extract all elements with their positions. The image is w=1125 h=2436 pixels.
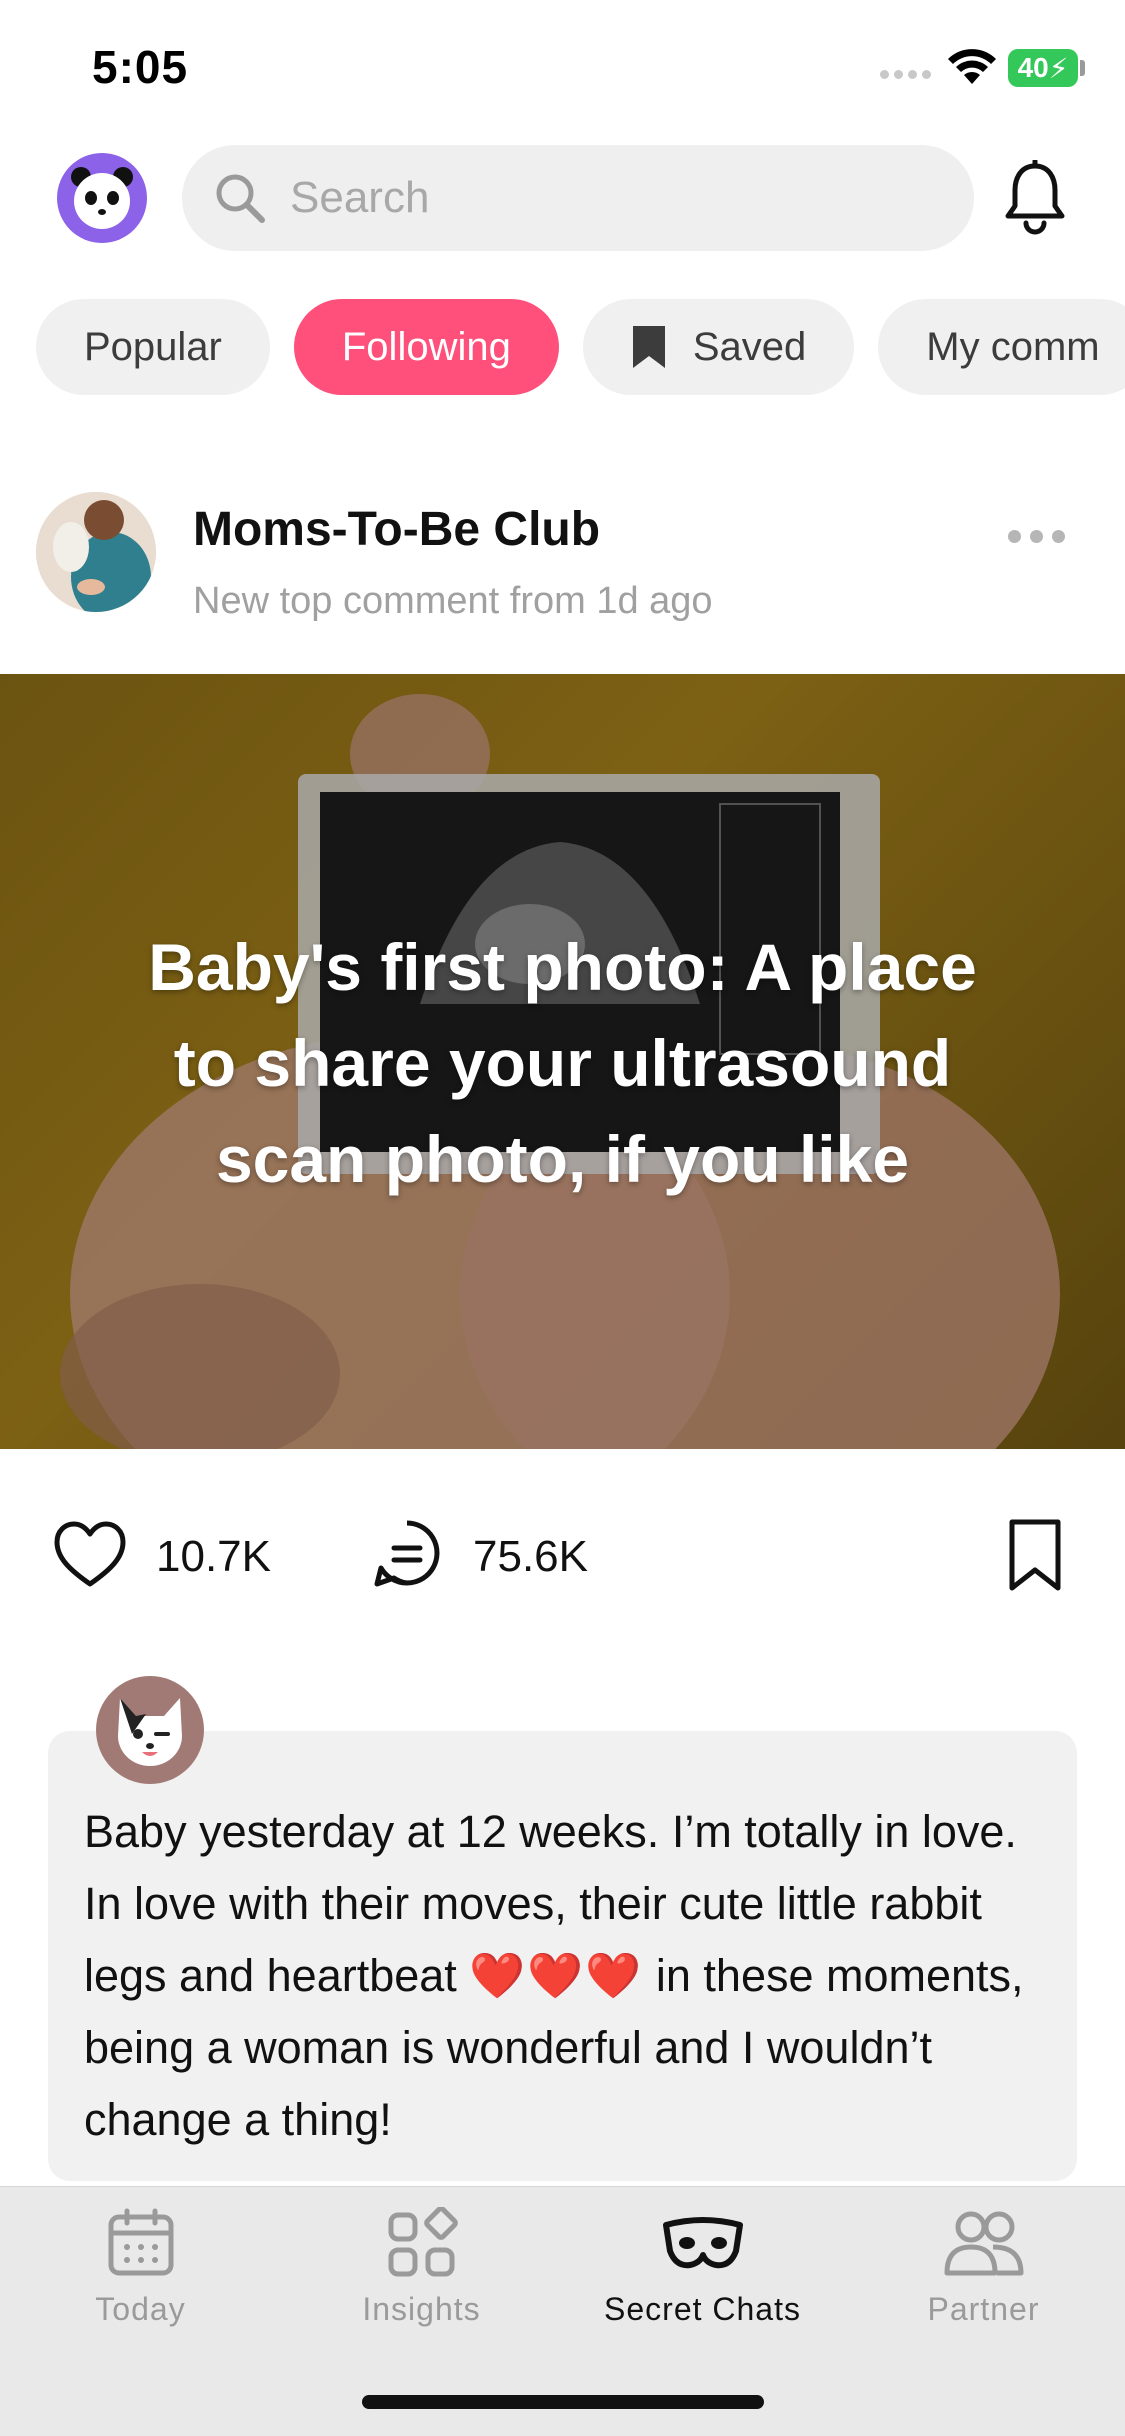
wifi-icon — [948, 49, 996, 84]
chip-my-communities[interactable]: My comm — [878, 299, 1125, 395]
comment-text: Baby yesterday at 12 weeks. I’m totally … — [84, 1796, 1054, 2156]
chip-label: Following — [341, 324, 511, 369]
tab-label: Insights — [362, 2291, 481, 2327]
post-hero-image[interactable]: Baby's first photo: A place to share you… — [0, 674, 1125, 1449]
more-options-icon[interactable] — [1004, 520, 1069, 553]
mask-icon — [662, 2217, 743, 2269]
profile-avatar[interactable] — [57, 153, 147, 243]
search-bar[interactable] — [182, 145, 974, 251]
home-indicator[interactable] — [362, 2395, 764, 2409]
commenter-avatar[interactable] — [96, 1676, 204, 1784]
chip-popular[interactable]: Popular — [36, 299, 270, 395]
tab-label: Partner — [927, 2291, 1040, 2327]
tab-partner[interactable]: Partner — [843, 2207, 1124, 2328]
chip-label: Saved — [692, 324, 807, 369]
tab-label: Secret Chats — [604, 2291, 801, 2327]
cellular-signal-icon — [880, 70, 931, 79]
partner-icon — [944, 2211, 1023, 2276]
group-avatar-image — [36, 492, 156, 612]
panda-icon — [71, 167, 133, 229]
status-time: 5:05 — [92, 41, 189, 93]
comment-count: 75.6K — [473, 1532, 588, 1581]
tab-insights[interactable]: Insights — [281, 2207, 562, 2328]
search-icon — [216, 174, 265, 223]
group-avatar[interactable] — [36, 492, 156, 612]
battery-level: 40 — [1017, 52, 1049, 83]
chip-following[interactable]: Following — [293, 299, 559, 395]
bookmark-icon[interactable] — [1008, 1518, 1062, 1592]
group-name[interactable]: Moms-To-Be Club — [193, 502, 600, 557]
battery-icon: 40 ⚡ — [1008, 49, 1078, 87]
battery-tip — [1080, 60, 1085, 76]
heart-emojis: ❤️❤️❤️ — [469, 1950, 644, 2001]
bookmark-icon — [632, 326, 665, 368]
calendar-icon — [108, 2208, 173, 2276]
search-input[interactable] — [290, 173, 940, 223]
like-count: 10.7K — [156, 1532, 271, 1581]
tab-label: Today — [95, 2291, 186, 2327]
post-actions: 10.7K 75.6K — [0, 1510, 1125, 1610]
insights-grid-icon — [388, 2207, 458, 2277]
bell-icon[interactable] — [1003, 160, 1067, 236]
feed-filter-chips: Popular Following Saved My comm — [36, 299, 1125, 395]
tab-secret-chats[interactable]: Secret Chats — [562, 2207, 843, 2328]
chip-label: Popular — [84, 324, 222, 369]
status-bar: 5:05 40 ⚡ — [0, 0, 1125, 135]
post-title: Baby's first photo: A place to share you… — [148, 930, 977, 1196]
heart-icon[interactable] — [52, 1520, 128, 1590]
chip-saved[interactable]: Saved — [582, 299, 855, 395]
cat-face-icon — [118, 1698, 182, 1766]
tab-today[interactable]: Today — [0, 2207, 281, 2328]
post-subtitle: New top comment from 1d ago — [193, 580, 713, 622]
chip-label: My comm — [926, 324, 1100, 369]
comment-icon[interactable] — [372, 1518, 442, 1590]
